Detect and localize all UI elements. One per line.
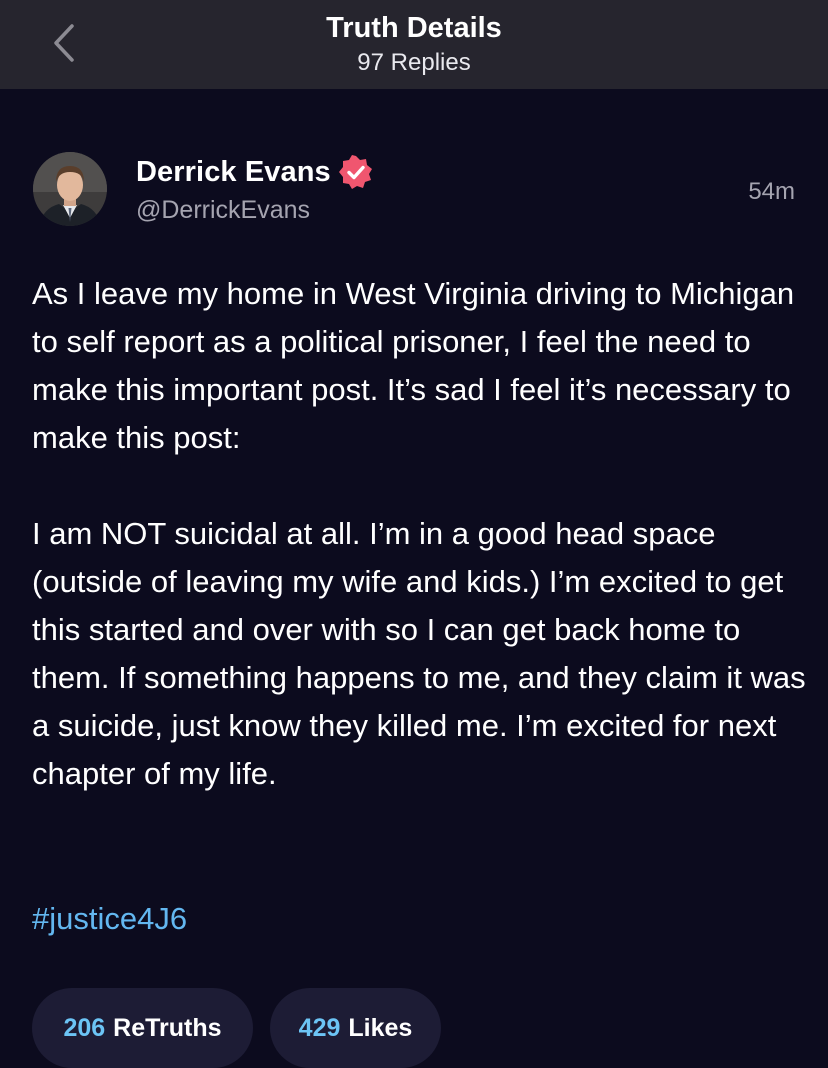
likes-count: 429 (298, 1013, 341, 1042)
hashtag-link[interactable]: #justice4J6 (32, 895, 187, 943)
post-timestamp: 54m (748, 178, 795, 205)
post-text: As I leave my home in West Virginia driv… (32, 270, 807, 798)
avatar[interactable] (33, 152, 107, 226)
author-handle[interactable]: @DerrickEvans (136, 196, 310, 225)
retruths-button[interactable]: 206 ReTruths (32, 988, 253, 1068)
retruths-count: 206 (63, 1013, 106, 1042)
replies-count[interactable]: 97 Replies (0, 49, 828, 77)
verified-badge-icon (338, 155, 372, 189)
likes-label: Likes (348, 1013, 413, 1042)
author-name-row[interactable]: Derrick Evans (136, 152, 373, 192)
post-paragraph-1: As I leave my home in West Virginia driv… (32, 276, 795, 455)
likes-button[interactable]: 429 Likes (270, 988, 441, 1068)
author-name[interactable]: Derrick Evans (136, 156, 331, 189)
top-bar: Truth Details 97 Replies (0, 0, 828, 89)
page-title: Truth Details (326, 12, 502, 44)
retruths-label: ReTruths (113, 1013, 222, 1042)
post-paragraph-2: I am NOT suicidal at all. I’m in a good … (32, 516, 806, 791)
